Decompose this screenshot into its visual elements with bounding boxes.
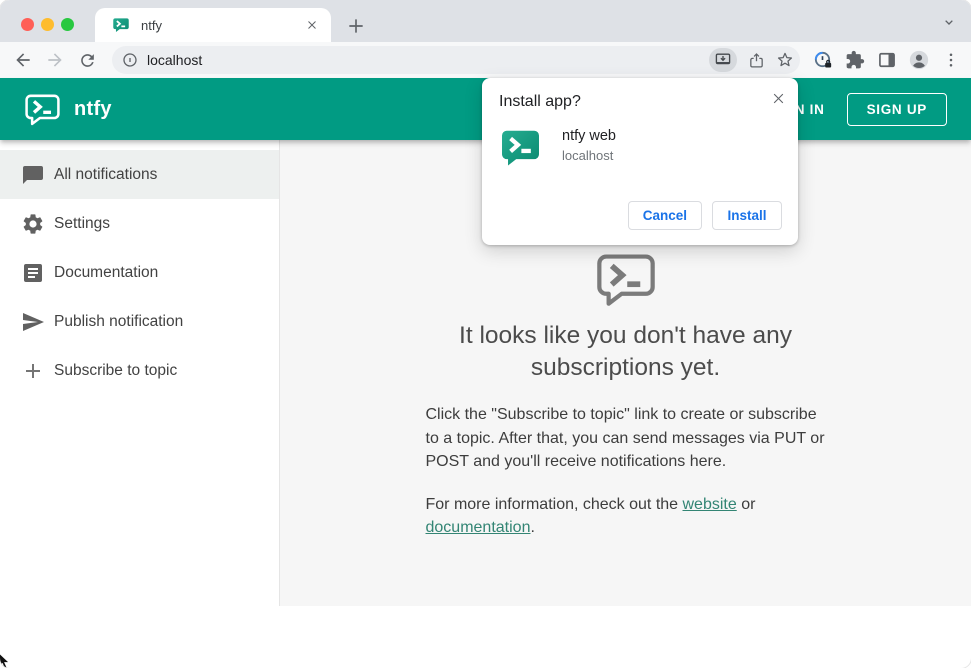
sidebar-item-label: Subscribe to topic <box>54 361 178 379</box>
tab-strip: ntfy <box>0 0 971 42</box>
chat-bubble-icon <box>21 163 45 187</box>
close-window-button[interactable] <box>21 17 34 31</box>
dialog-close-icon[interactable] <box>769 89 787 107</box>
back-icon[interactable] <box>12 49 34 71</box>
sidebar-item-label: All notifications <box>54 165 158 183</box>
send-icon <box>21 310 45 334</box>
share-icon[interactable] <box>748 52 765 69</box>
fullscreen-window-button[interactable] <box>61 17 74 31</box>
plus-icon <box>21 359 45 383</box>
documentation-link[interactable]: documentation <box>426 519 531 536</box>
empty-state-heading: It looks like you don't have any subscri… <box>459 322 792 381</box>
tab-favicon-ntfy-icon <box>112 16 130 34</box>
empty-state-links-paragraph: For more information, check out the webs… <box>426 493 826 540</box>
ntfy-logo-gray-icon <box>596 254 655 306</box>
links-text: . <box>530 519 535 536</box>
cancel-button[interactable]: Cancel <box>627 201 702 230</box>
browser-window: ntfy localhost ntfy IN SIGN UP All notif… <box>0 0 971 668</box>
install-app-dialog: Install app? ntfy web localhost Cancel I… <box>482 78 798 245</box>
browser-tab-ntfy[interactable]: ntfy <box>95 8 331 42</box>
window-controls <box>21 17 74 31</box>
ntfy-app-icon <box>499 126 542 169</box>
dialog-title: Install app? <box>499 93 581 110</box>
app-title: ntfy <box>74 97 112 120</box>
extension-area <box>811 48 963 72</box>
sign-up-button[interactable]: SIGN UP <box>846 92 947 126</box>
browser-toolbar: localhost <box>0 42 971 78</box>
sidebar-item-label: Publish notification <box>54 312 184 330</box>
browser-menu-icon[interactable] <box>939 48 963 72</box>
install-app-icon[interactable] <box>709 48 737 72</box>
sidebar-item-publish-notification[interactable]: Publish notification <box>0 297 279 346</box>
dialog-actions: Cancel Install <box>627 201 782 230</box>
gear-icon <box>21 212 45 236</box>
install-button[interactable]: Install <box>712 201 782 230</box>
sidebar-item-label: Documentation <box>54 263 159 281</box>
url-text: localhost <box>147 52 203 68</box>
side-panel-icon[interactable] <box>875 48 899 72</box>
article-icon <box>21 261 45 285</box>
sidebar: All notifications Settings Documentation <box>0 140 280 606</box>
website-link[interactable]: website <box>683 496 737 513</box>
sidebar-item-subscribe-to-topic[interactable]: Subscribe to topic <box>0 346 279 395</box>
sidebar-item-label: Settings <box>54 214 111 232</box>
links-text: For more information, check out the <box>425 495 683 513</box>
bookmark-star-icon[interactable] <box>776 51 794 69</box>
tab-title: ntfy <box>141 17 162 33</box>
sidebar-item-all-notifications[interactable]: All notifications <box>0 150 279 199</box>
dialog-app-row: ntfy web localhost <box>499 126 781 169</box>
ntfy-logo-icon <box>24 93 61 126</box>
reload-icon[interactable] <box>76 49 98 71</box>
links-text: or <box>736 495 756 513</box>
profile-avatar-icon[interactable] <box>907 48 931 72</box>
sidebar-item-documentation[interactable]: Documentation <box>0 248 279 297</box>
tab-close-icon[interactable] <box>303 16 321 34</box>
password-manager-extension-icon[interactable] <box>811 48 835 72</box>
sidebar-item-settings[interactable]: Settings <box>0 199 279 248</box>
minimize-window-button[interactable] <box>41 17 54 31</box>
site-info-icon[interactable] <box>122 52 138 68</box>
tab-search-chevron-icon[interactable] <box>941 14 957 30</box>
new-tab-button[interactable] <box>345 15 367 37</box>
address-bar[interactable]: localhost <box>112 46 800 74</box>
extensions-puzzle-icon[interactable] <box>843 48 867 72</box>
empty-state-paragraph: Click the "Subscribe to topic" link to c… <box>425 406 825 470</box>
dialog-app-origin: localhost <box>562 148 614 163</box>
dialog-app-name: ntfy web <box>562 128 616 144</box>
forward-icon[interactable] <box>44 49 66 71</box>
